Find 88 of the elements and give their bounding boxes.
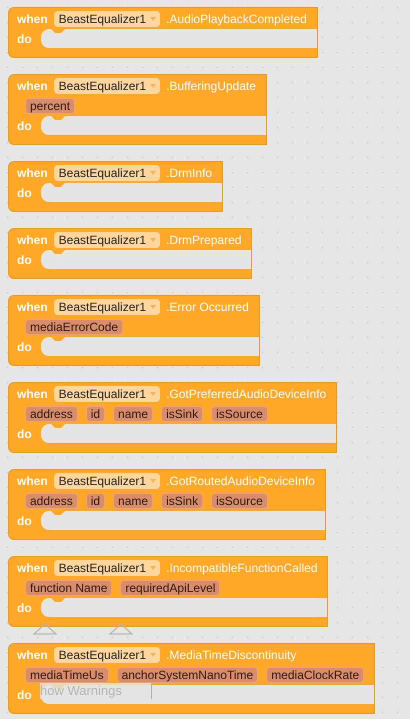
statement-slot[interactable] [41, 598, 328, 617]
when-keyword: when [17, 386, 48, 402]
warning-icon [109, 623, 133, 635]
statement-slot[interactable] [41, 424, 336, 443]
warning-icon [33, 623, 57, 635]
caret-icon [150, 84, 156, 88]
caret-icon [150, 652, 156, 656]
event-name: .DrmPrepared [166, 232, 242, 248]
event-block[interactable]: when BeastEqualizer1 .DrmInfo do [8, 161, 224, 212]
parameter-chip[interactable]: function Name [25, 580, 112, 596]
caret-icon [150, 478, 156, 482]
do-keyword: do [16, 184, 33, 202]
component-dropdown[interactable]: BeastEqualizer1 [54, 646, 160, 662]
statement-slot[interactable] [41, 116, 266, 135]
event-block[interactable]: when BeastEqualizer1 .AudioPlaybackCompleted do [8, 7, 318, 58]
event-name: .AudioPlaybackCompleted [166, 10, 307, 28]
caret-icon [150, 304, 156, 308]
parameter-chip[interactable]: id [86, 406, 106, 422]
parameter-chip[interactable]: id [86, 493, 106, 509]
do-keyword: do [16, 512, 33, 530]
event-name: .GotPreferredAudioDeviceInfo [166, 386, 326, 402]
parameter-chip[interactable]: requiredApiLevel [120, 580, 220, 596]
do-keyword: do [16, 118, 33, 134]
notch-icon [51, 116, 65, 120]
event-block[interactable]: when BeastEqualizer1 .GotRoutedAudioDeviceInfo address id name isSink isSource do [8, 469, 326, 540]
parameter-chip[interactable]: name [113, 406, 154, 422]
when-keyword: when [17, 560, 48, 576]
when-keyword: when [17, 232, 48, 248]
parameter-chip[interactable]: percent [25, 98, 76, 114]
component-dropdown[interactable]: BeastEqualizer1 [54, 298, 160, 314]
parameter-chip[interactable]: isSink [161, 406, 204, 422]
caret-icon [150, 566, 156, 570]
statement-slot[interactable] [41, 250, 252, 269]
component-dropdown[interactable]: BeastEqualizer1 [54, 78, 160, 94]
do-keyword: do [16, 252, 33, 268]
when-keyword: when [17, 646, 48, 664]
statement-slot[interactable] [41, 337, 259, 356]
notch-icon [51, 29, 65, 33]
parameter-chip[interactable]: anchorSystemNanoTime [116, 667, 258, 683]
do-keyword: do [16, 600, 33, 616]
statement-slot[interactable] [41, 511, 325, 530]
notch-icon [51, 511, 65, 515]
event-name: .Error Occurred [166, 298, 249, 316]
parameter-chip[interactable]: mediaClockRate [266, 667, 364, 683]
do-keyword: do [16, 338, 33, 356]
when-keyword: when [17, 298, 48, 316]
notch-icon [51, 337, 65, 341]
event-block[interactable]: when BeastEqualizer1 .IncompatibleFunctionCalled function Name requiredApiLevel do [8, 556, 328, 627]
parameter-chip[interactable]: isSink [161, 493, 204, 509]
when-keyword: when [17, 164, 48, 182]
when-keyword: when [17, 472, 48, 490]
caret-icon [150, 392, 156, 396]
component-dropdown[interactable]: BeastEqualizer1 [54, 560, 160, 576]
event-block[interactable]: when BeastEqualizer1 .DrmPrepared do [8, 228, 252, 279]
event-name: .DrmInfo [166, 164, 212, 182]
notch-icon [51, 250, 65, 254]
parameter-chip[interactable]: isSource [211, 493, 268, 509]
parameter-chip[interactable]: isSource [211, 406, 268, 422]
parameter-chip[interactable]: address [25, 493, 78, 509]
event-block[interactable]: when BeastEqualizer1 .Error Occurred mediaErrorCode do [8, 295, 260, 366]
event-name: .IncompatibleFunctionCalled [166, 560, 318, 576]
notch-icon [51, 424, 65, 428]
do-keyword: do [16, 426, 33, 442]
event-name: .BufferingUpdate [166, 78, 256, 94]
caret-icon [150, 16, 156, 20]
event-name: .GotRoutedAudioDeviceInfo [166, 472, 315, 490]
parameter-chip[interactable]: mediaErrorCode [25, 319, 124, 335]
event-block[interactable]: when BeastEqualizer1 .BufferingUpdate percent do [8, 74, 267, 145]
caret-icon [150, 170, 156, 174]
when-keyword: when [17, 10, 48, 28]
component-dropdown[interactable]: BeastEqualizer1 [54, 164, 160, 180]
do-keyword: do [16, 30, 33, 48]
notch-icon [51, 183, 65, 187]
when-keyword: when [17, 78, 48, 94]
component-dropdown[interactable]: BeastEqualizer1 [54, 10, 160, 26]
component-dropdown[interactable]: BeastEqualizer1 [54, 386, 160, 402]
event-name: .MediaTimeDiscontinuity [166, 646, 296, 664]
parameter-chip[interactable]: name [113, 493, 154, 509]
statement-slot[interactable] [41, 183, 222, 202]
parameter-chip[interactable]: address [25, 406, 78, 422]
do-keyword: do [16, 686, 33, 704]
statement-slot[interactable] [41, 29, 317, 48]
caret-icon [150, 238, 156, 242]
component-dropdown[interactable]: BeastEqualizer1 [54, 472, 160, 488]
event-block[interactable]: when BeastEqualizer1 .GotPreferredAudioDeviceInfo address id name isSink isSource do [8, 382, 338, 453]
notch-icon [51, 598, 65, 602]
parameter-chip[interactable]: mediaTimeUs [25, 667, 109, 683]
component-dropdown[interactable]: BeastEqualizer1 [54, 232, 160, 248]
